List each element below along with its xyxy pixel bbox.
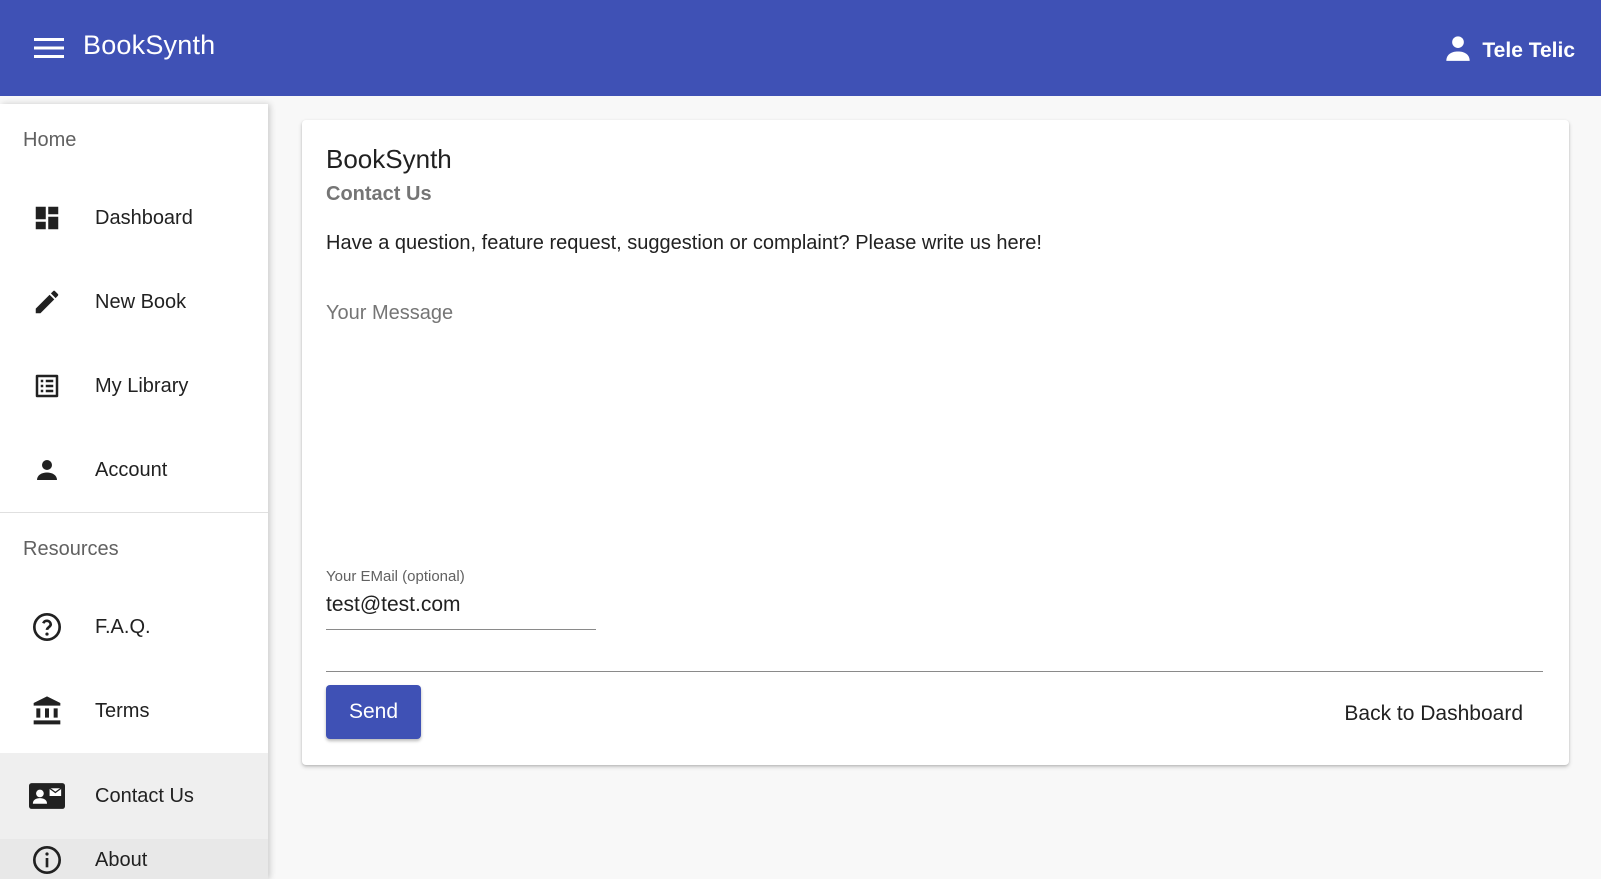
sidebar: Home Dashboard New Book My Library Accou… <box>0 104 268 879</box>
email-label: Your EMail (optional) <box>326 568 465 585</box>
sidebar-item-label: Terms <box>95 699 150 722</box>
dashboard-icon <box>29 200 65 236</box>
app-title: BookSynth <box>83 30 216 60</box>
card-subtitle: Contact Us <box>326 183 432 205</box>
email-value: test@test.com <box>326 593 461 616</box>
sidebar-item-account[interactable]: Account <box>0 428 268 512</box>
sidebar-item-my-library[interactable]: My Library <box>0 344 268 428</box>
info-icon <box>29 842 65 878</box>
user-menu[interactable]: Tele Telic <box>1444 34 1575 67</box>
sidebar-item-label: My Library <box>95 374 189 397</box>
person-icon <box>1444 34 1472 67</box>
sidebar-item-label: New Book <box>95 290 187 313</box>
person-icon <box>29 452 65 488</box>
email-field[interactable]: Your EMail (optional) test@test.com <box>326 568 596 630</box>
sidebar-item-terms[interactable]: Terms <box>0 669 268 753</box>
sidebar-item-label: Dashboard <box>95 206 193 229</box>
card-title: BookSynth <box>326 144 452 174</box>
help-circle-icon <box>29 609 65 645</box>
sidebar-item-label: About <box>95 848 148 871</box>
sidebar-item-label: F.A.Q. <box>95 615 151 638</box>
sidebar-item-new-book[interactable]: New Book <box>0 260 268 344</box>
bank-icon <box>29 693 65 729</box>
message-placeholder: Your Message <box>326 302 454 324</box>
card-description: Have a question, feature request, sugges… <box>326 232 1042 254</box>
back-to-dashboard-button[interactable]: Back to Dashboard <box>1344 702 1523 726</box>
sidebar-item-contact-us[interactable]: Contact Us <box>0 753 268 839</box>
sidebar-header-home: Home <box>23 128 77 151</box>
contact-mail-icon <box>29 778 65 814</box>
app-bar: BookSynth Tele Telic <box>0 0 1601 96</box>
sidebar-header-resources: Resources <box>23 537 119 560</box>
send-button[interactable]: Send <box>326 685 421 739</box>
sidebar-item-about[interactable]: About <box>0 839 268 879</box>
menu-icon[interactable] <box>34 36 64 60</box>
sidebar-item-dashboard[interactable]: Dashboard <box>0 176 268 260</box>
sidebar-item-label: Account <box>95 458 168 481</box>
list-icon <box>29 368 65 404</box>
sidebar-item-label: Contact Us <box>95 784 194 807</box>
pencil-icon <box>29 284 65 320</box>
contact-card: BookSynth Contact Us Have a question, fe… <box>302 120 1569 765</box>
sidebar-item-faq[interactable]: F.A.Q. <box>0 585 268 669</box>
user-name: Tele Telic <box>1482 38 1575 62</box>
